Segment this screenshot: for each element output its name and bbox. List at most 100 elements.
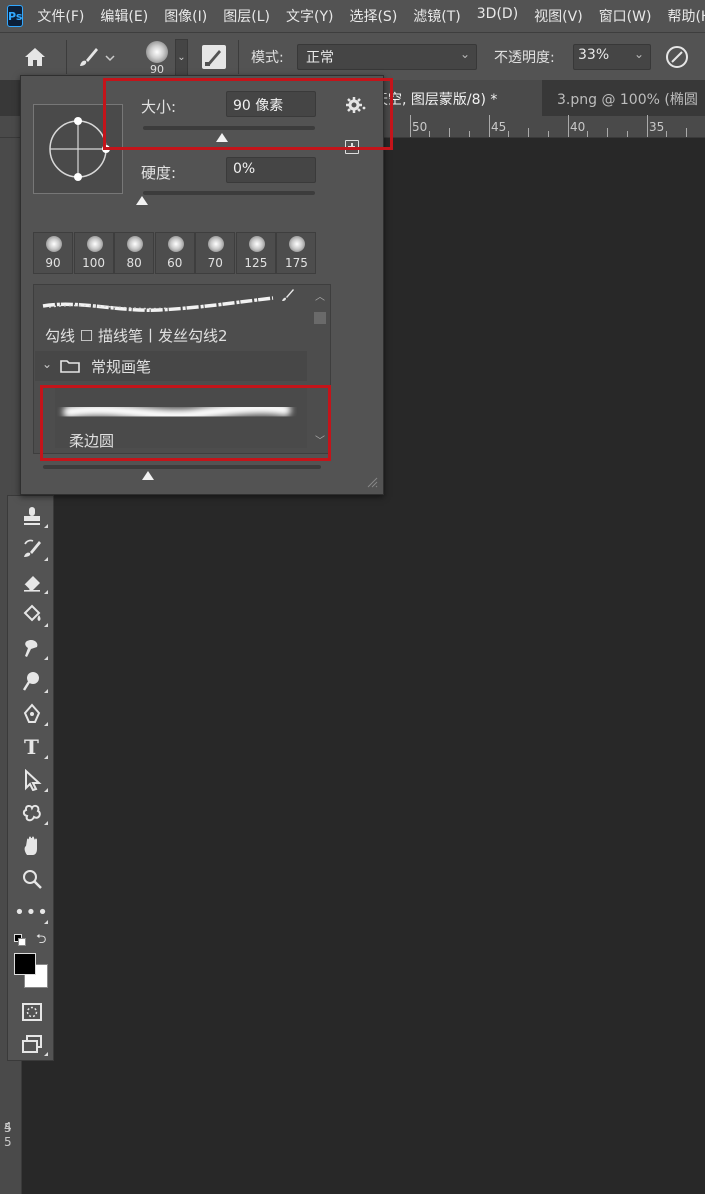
mode-value: 正常 bbox=[306, 50, 334, 66]
folder-icon bbox=[60, 360, 80, 373]
menu-file[interactable]: 文件(F) bbox=[29, 6, 92, 26]
paint-bucket-icon bbox=[23, 604, 40, 622]
brush-settings-panel-icon[interactable] bbox=[202, 45, 226, 69]
soft-brush-icon bbox=[127, 236, 144, 252]
ruler-number: 5 bbox=[4, 1135, 12, 1149]
arrow-cursor-icon bbox=[24, 769, 42, 791]
preview-size-slider-thumb[interactable] bbox=[142, 471, 154, 480]
menu-view[interactable]: 视图(V) bbox=[526, 6, 591, 26]
preset-size: 80 bbox=[126, 256, 142, 270]
scrollbar-thumb[interactable] bbox=[314, 312, 326, 324]
menu-layer[interactable]: 图层(L) bbox=[215, 6, 278, 26]
soft-brush-icon bbox=[208, 236, 225, 252]
zoom-icon bbox=[22, 870, 42, 889]
hardness-label: 硬度: bbox=[141, 164, 177, 182]
chevron-down-icon[interactable]: ⌄ bbox=[175, 39, 188, 79]
options-bar: 90 ⌄ 模式: 正常 ⌄ 不透明度: 33% ⌄ bbox=[0, 32, 705, 80]
paint-bucket-tool[interactable] bbox=[8, 599, 55, 631]
clone-stamp-tool[interactable] bbox=[8, 500, 55, 532]
preview-size-slider[interactable] bbox=[43, 465, 321, 469]
type-icon: T bbox=[24, 735, 39, 759]
chevron-down-icon[interactable]: ⌄ bbox=[42, 357, 52, 371]
preset-brush[interactable]: 70 bbox=[195, 232, 236, 274]
quick-mask-icon bbox=[21, 1003, 42, 1021]
tab-label: 3.png @ 100% (椭圆 bbox=[557, 92, 698, 108]
preset-brush[interactable]: 100 bbox=[73, 232, 114, 274]
brush-tool-icon[interactable] bbox=[76, 44, 116, 70]
type-tool[interactable]: T bbox=[8, 731, 55, 763]
screen-mode-button[interactable] bbox=[8, 1028, 55, 1060]
smudge-icon bbox=[24, 639, 37, 657]
menu-edit[interactable]: 编辑(E) bbox=[92, 6, 156, 26]
foreground-color-swatch[interactable] bbox=[14, 953, 36, 975]
default-colors-icon[interactable] bbox=[14, 934, 28, 946]
menu-help[interactable]: 帮助(H) bbox=[659, 6, 705, 26]
hardness-slider-thumb[interactable] bbox=[136, 196, 148, 205]
menu-image[interactable]: 图像(I) bbox=[156, 6, 215, 26]
preset-size: 70 bbox=[207, 256, 223, 270]
tools-panel: T ••• ⮌ bbox=[7, 495, 54, 1061]
menu-items: 文件(F) 编辑(E) 图像(I) 图层(L) 文字(Y) 选择(S) 滤镜(T… bbox=[29, 6, 705, 26]
home-icon[interactable] bbox=[22, 45, 48, 69]
ruler-number: 45 bbox=[491, 120, 507, 134]
ruler-number: 40 bbox=[570, 120, 586, 134]
chevron-up-icon[interactable]: ︿ bbox=[315, 288, 325, 303]
swap-colors-icon[interactable]: ⮌ bbox=[36, 930, 50, 947]
opacity-label: 不透明度: bbox=[494, 50, 555, 66]
preset-brush[interactable]: 175 bbox=[276, 232, 317, 274]
dry-stroke-preview-icon bbox=[42, 296, 274, 312]
pressure-opacity-icon[interactable] bbox=[664, 44, 690, 70]
preset-brush[interactable]: 125 bbox=[235, 232, 276, 274]
menu-window[interactable]: 窗口(W) bbox=[591, 6, 660, 26]
brush-group-general[interactable]: ⌄ 常规画笔 bbox=[35, 351, 307, 381]
recent-brush-presets: 90 100 80 60 70 125 175 bbox=[33, 232, 317, 274]
pen-icon bbox=[23, 703, 40, 723]
path-selection-tool[interactable] bbox=[8, 764, 55, 796]
preset-brush[interactable]: 90 bbox=[33, 232, 73, 274]
more-tools-button[interactable]: ••• bbox=[8, 896, 55, 928]
custom-shape-tool[interactable] bbox=[8, 797, 55, 829]
soft-brush-icon bbox=[248, 236, 265, 252]
brush-edit-icon bbox=[280, 287, 296, 303]
eraser-tool[interactable] bbox=[8, 566, 55, 598]
tab-document-3png[interactable]: 3.png @ 100% (椭圆 bbox=[547, 80, 705, 116]
photoshop-logo-icon[interactable]: Ps bbox=[7, 5, 24, 27]
preset-brush[interactable]: 60 bbox=[154, 232, 195, 274]
shape-icon bbox=[22, 804, 41, 822]
brush-name: 勾线 ☐ 描线笔丨发丝勾线2 bbox=[45, 327, 228, 345]
brush-item-recent[interactable]: 勾线 ☐ 描线笔丨发丝勾线2 bbox=[35, 288, 307, 350]
menu-select[interactable]: 选择(S) bbox=[341, 6, 405, 26]
zoom-tool[interactable] bbox=[8, 863, 55, 895]
hand-tool[interactable] bbox=[8, 830, 55, 862]
ruler-number: 35 bbox=[649, 120, 665, 134]
pen-tool[interactable] bbox=[8, 698, 55, 730]
soft-brush-icon bbox=[167, 236, 184, 252]
smudge-tool[interactable] bbox=[8, 632, 55, 664]
soft-brush-highlight-box bbox=[40, 385, 331, 461]
history-brush-tool[interactable] bbox=[8, 533, 55, 565]
soft-brush-icon bbox=[46, 236, 62, 252]
ruler-number: 50 bbox=[412, 120, 428, 134]
chevron-down-icon: ⌄ bbox=[459, 47, 470, 61]
preset-size: 100 bbox=[82, 256, 106, 270]
menu-3d[interactable]: 3D(D) bbox=[469, 6, 526, 26]
opacity-field[interactable]: 33% ⌄ bbox=[573, 44, 651, 70]
resize-grip-icon[interactable] bbox=[366, 476, 378, 488]
menu-bar: Ps 文件(F) 编辑(E) 图像(I) 图层(L) 文字(Y) 选择(S) 滤… bbox=[0, 0, 705, 32]
menu-type[interactable]: 文字(Y) bbox=[278, 6, 341, 26]
chevron-down-icon[interactable]: ⌄ bbox=[634, 47, 644, 61]
soft-brush-icon bbox=[289, 236, 306, 252]
preset-brush[interactable]: 80 bbox=[114, 232, 155, 274]
preset-size: 60 bbox=[167, 256, 183, 270]
ruler-number: 4 bbox=[4, 1120, 12, 1134]
hardness-slider[interactable] bbox=[143, 191, 315, 195]
hardness-field[interactable]: 0% bbox=[226, 157, 316, 183]
dodge-tool[interactable] bbox=[8, 665, 55, 697]
menu-filter[interactable]: 滤镜(T) bbox=[405, 6, 468, 26]
mode-dropdown[interactable]: 正常 ⌄ bbox=[297, 44, 477, 70]
brush-preset-picker[interactable]: 90 ⌄ bbox=[138, 39, 190, 79]
brush-preset-picker-panel: 大小: 90 像素 硬度: 0% 90 100 80 60 70 125 175… bbox=[20, 75, 393, 495]
opacity-value: 33% bbox=[578, 47, 610, 63]
history-brush-icon bbox=[23, 539, 41, 557]
quick-mask-button[interactable] bbox=[8, 996, 55, 1028]
